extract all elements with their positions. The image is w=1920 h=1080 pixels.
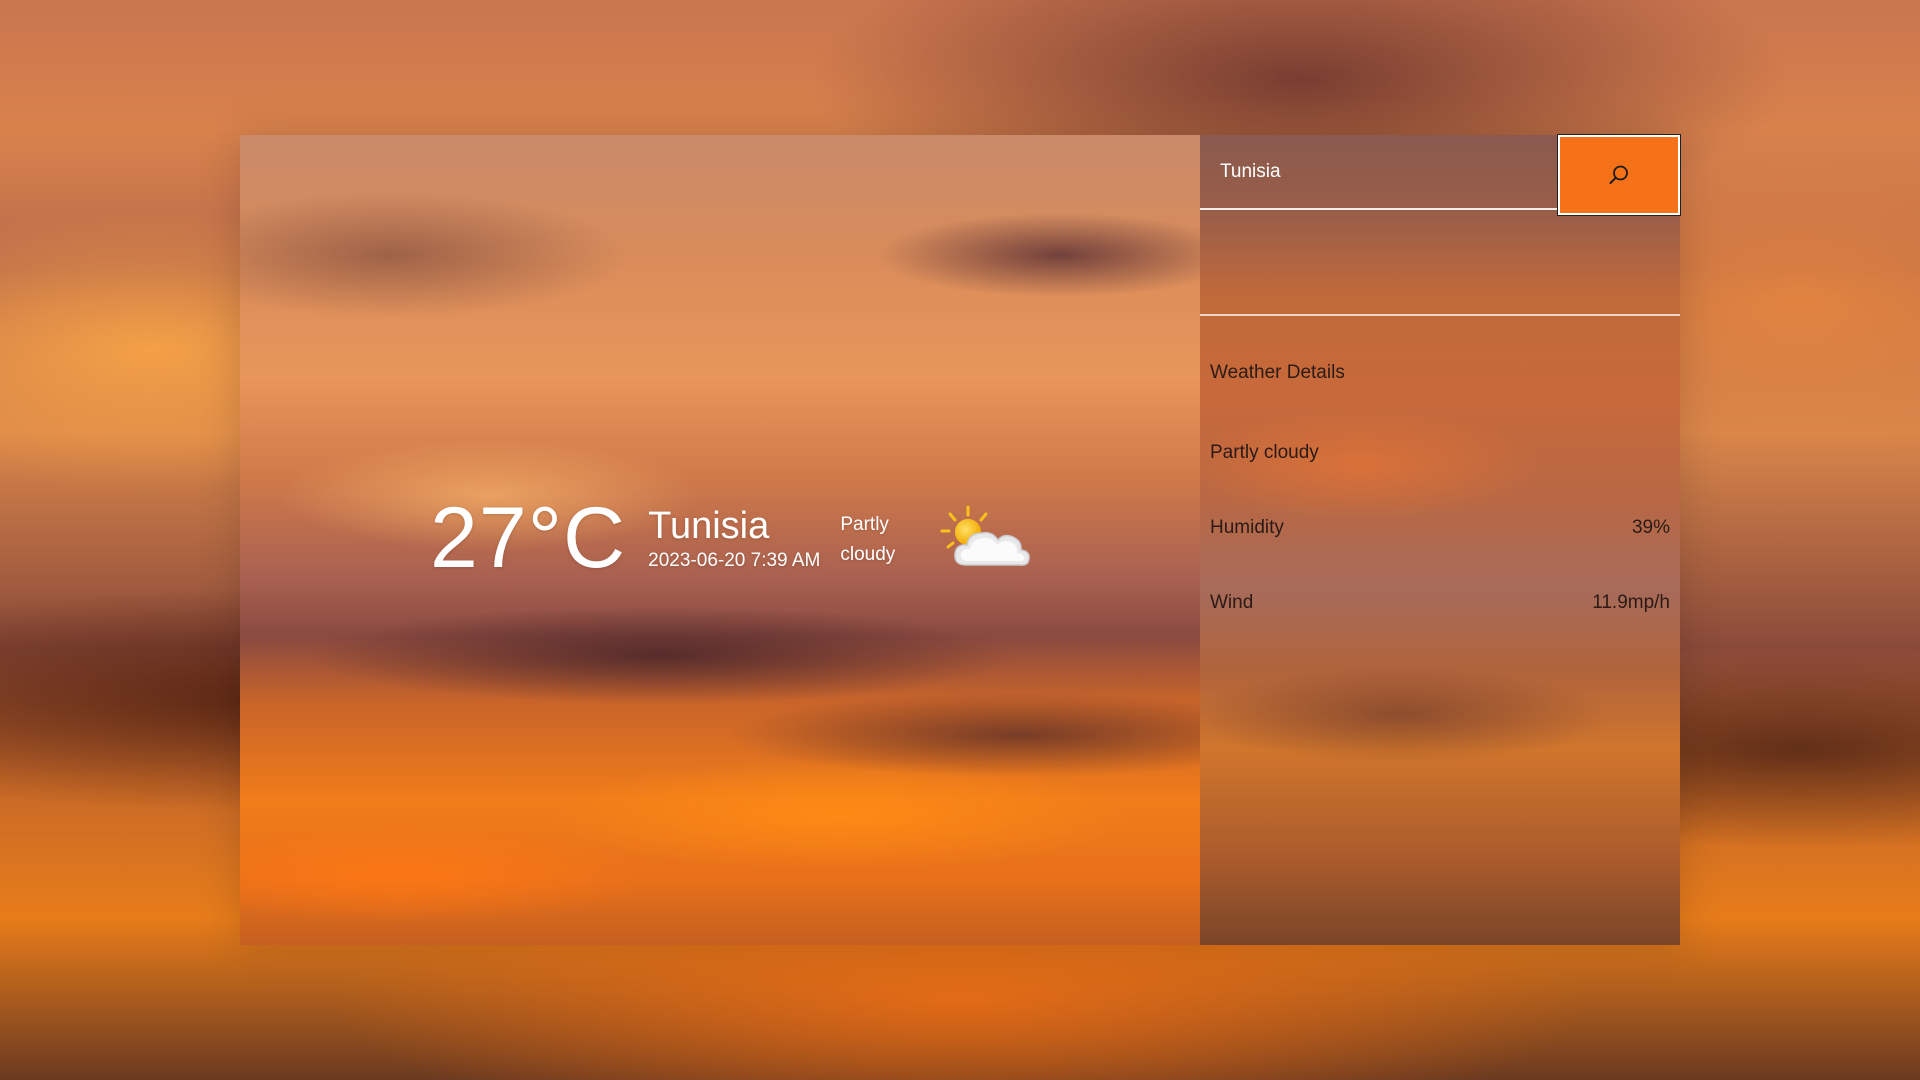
detail-condition-text: Partly cloudy	[1210, 442, 1319, 463]
detail-row-wind: Wind 11.9mp/h	[1210, 591, 1670, 666]
search-input[interactable]	[1200, 135, 1557, 210]
current-weather: 27°C Tunisia 2023-06-20 7:39 AM Partly c…	[430, 495, 1032, 581]
location-block: Tunisia 2023-06-20 7:39 AM	[648, 504, 820, 572]
partly-cloudy-icon	[940, 505, 1031, 566]
temperature: 27°C	[430, 490, 627, 586]
weather-hero: 27°C Tunisia 2023-06-20 7:39 AM Partly c…	[240, 135, 1200, 945]
search-icon	[1609, 165, 1628, 184]
date-time: 2023-06-20 7:39 AM	[648, 550, 821, 571]
city-name: Tunisia	[648, 505, 770, 547]
condition-line-1: Partly	[840, 514, 889, 535]
detail-row-humidity: Humidity 39%	[1210, 516, 1670, 591]
search-bar	[1200, 135, 1680, 215]
weather-app-card: 27°C Tunisia 2023-06-20 7:39 AM Partly c…	[240, 135, 1680, 945]
condition-line-2: cloudy	[840, 544, 896, 565]
wind-value: 11.9mp/h	[1592, 592, 1670, 613]
detail-condition: Partly cloudy	[1210, 441, 1670, 516]
condition-text: Partly cloudy	[840, 510, 910, 570]
details-title: Weather Details	[1210, 362, 1345, 383]
divider	[1200, 314, 1680, 316]
search-button[interactable]	[1558, 135, 1680, 215]
humidity-label: Humidity	[1210, 517, 1284, 538]
wind-label: Wind	[1210, 592, 1254, 613]
humidity-value: 39%	[1631, 517, 1670, 538]
details-panel: Weather Details Partly cloudy Humidity 3…	[1200, 135, 1680, 945]
weather-details: Weather Details Partly cloudy Humidity 3…	[1210, 361, 1670, 666]
